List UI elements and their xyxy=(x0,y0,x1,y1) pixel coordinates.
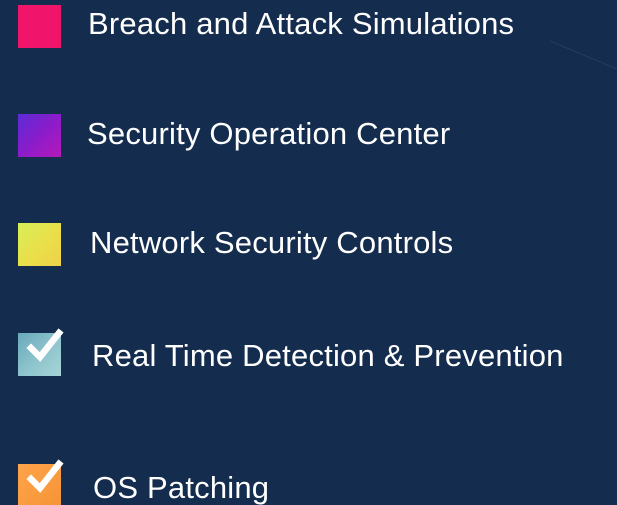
purple-gradient-square-icon xyxy=(18,114,61,157)
teal-checkbox-checked-icon xyxy=(18,328,64,376)
legend-item-label: Real Time Detection & Prevention xyxy=(92,338,564,373)
decorative-line-icon xyxy=(550,40,617,70)
legend-item-label: Breach and Attack Simulations xyxy=(88,6,515,41)
checkmark-icon xyxy=(26,328,64,362)
pink-square-icon xyxy=(18,5,61,48)
legend-item-label: OS Patching xyxy=(93,470,270,505)
orange-checkbox-checked-icon xyxy=(18,459,64,505)
checkmark-icon xyxy=(26,459,64,493)
legend: Breach and Attack Simulations Security O… xyxy=(0,0,617,505)
yellow-gradient-square-icon xyxy=(18,223,61,266)
legend-item-label: Security Operation Center xyxy=(87,116,451,151)
legend-item-label: Network Security Controls xyxy=(90,225,454,260)
